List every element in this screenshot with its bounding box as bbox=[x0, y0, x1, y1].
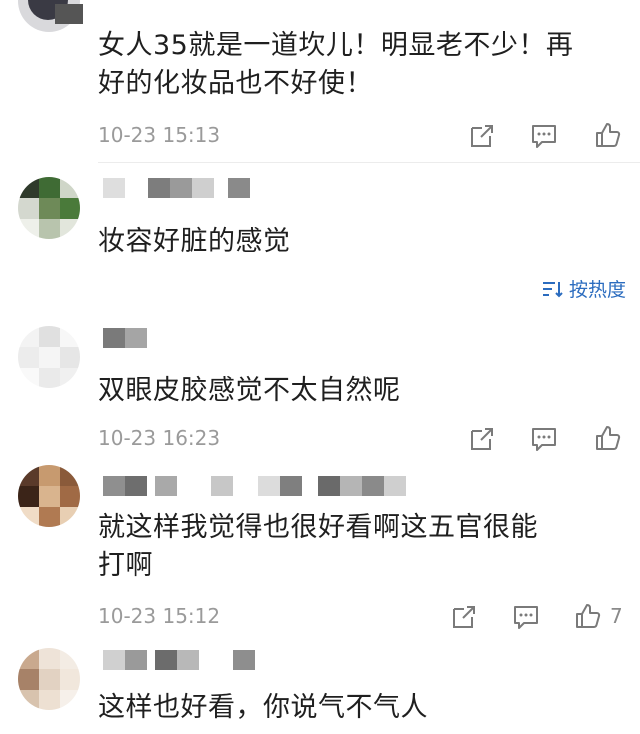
like-icon[interactable] bbox=[594, 121, 622, 149]
username-blurred[interactable] bbox=[103, 178, 263, 198]
like-icon[interactable] bbox=[594, 424, 622, 452]
username-blurred[interactable] bbox=[55, 4, 85, 24]
reply-icon[interactable] bbox=[530, 425, 558, 453]
comment-text: 这样也好看，你说气不气人 bbox=[98, 689, 428, 727]
username-blurred[interactable] bbox=[103, 650, 263, 670]
comment-text-line: 就这样我觉得也很好看啊这五官很能 bbox=[98, 512, 538, 543]
like-icon[interactable] bbox=[574, 602, 602, 630]
share-icon[interactable] bbox=[450, 603, 478, 631]
comment-text: 女人35就是一道坎儿！明显老不少！再 好的化妆品也不好使！ bbox=[98, 27, 573, 103]
username-blurred[interactable] bbox=[103, 476, 413, 496]
comment-text-line: 这样也好看，你说气不气人 bbox=[98, 692, 428, 723]
like-count: 7 bbox=[610, 604, 623, 628]
comment-text-line: 女人35就是一道坎儿！明显老不少！再 bbox=[98, 30, 574, 61]
divider bbox=[98, 162, 640, 163]
comment-timestamp: 10-23 16:23 bbox=[98, 426, 221, 450]
username-blurred[interactable] bbox=[103, 328, 153, 348]
share-icon[interactable] bbox=[468, 425, 496, 453]
comment-timestamp: 10-23 15:13 bbox=[98, 123, 221, 147]
comment-text: 双眼皮胶感觉不太自然呢 bbox=[98, 372, 401, 410]
sort-by-popularity-button[interactable]: 按热度 bbox=[541, 275, 626, 302]
reply-icon[interactable] bbox=[512, 603, 540, 631]
comment-text-line: 妆容好脏的感觉 bbox=[98, 226, 291, 257]
avatar[interactable] bbox=[18, 326, 80, 388]
share-icon[interactable] bbox=[468, 122, 496, 150]
avatar[interactable] bbox=[18, 177, 80, 239]
comment-text: 妆容好脏的感觉 bbox=[98, 223, 291, 261]
comment-text-line: 双眼皮胶感觉不太自然呢 bbox=[98, 375, 401, 406]
avatar[interactable] bbox=[18, 465, 80, 527]
sort-icon bbox=[542, 281, 563, 297]
sort-label: 按热度 bbox=[568, 279, 626, 301]
avatar[interactable] bbox=[18, 648, 80, 710]
comment-text: 就这样我觉得也很好看啊这五官很能 打啊 bbox=[98, 509, 538, 585]
reply-icon[interactable] bbox=[530, 122, 558, 150]
comment-text-line: 打啊 bbox=[98, 550, 153, 581]
comment-timestamp: 10-23 15:12 bbox=[98, 604, 221, 628]
comment-text-line: 好的化妆品也不好使！ bbox=[98, 68, 373, 99]
